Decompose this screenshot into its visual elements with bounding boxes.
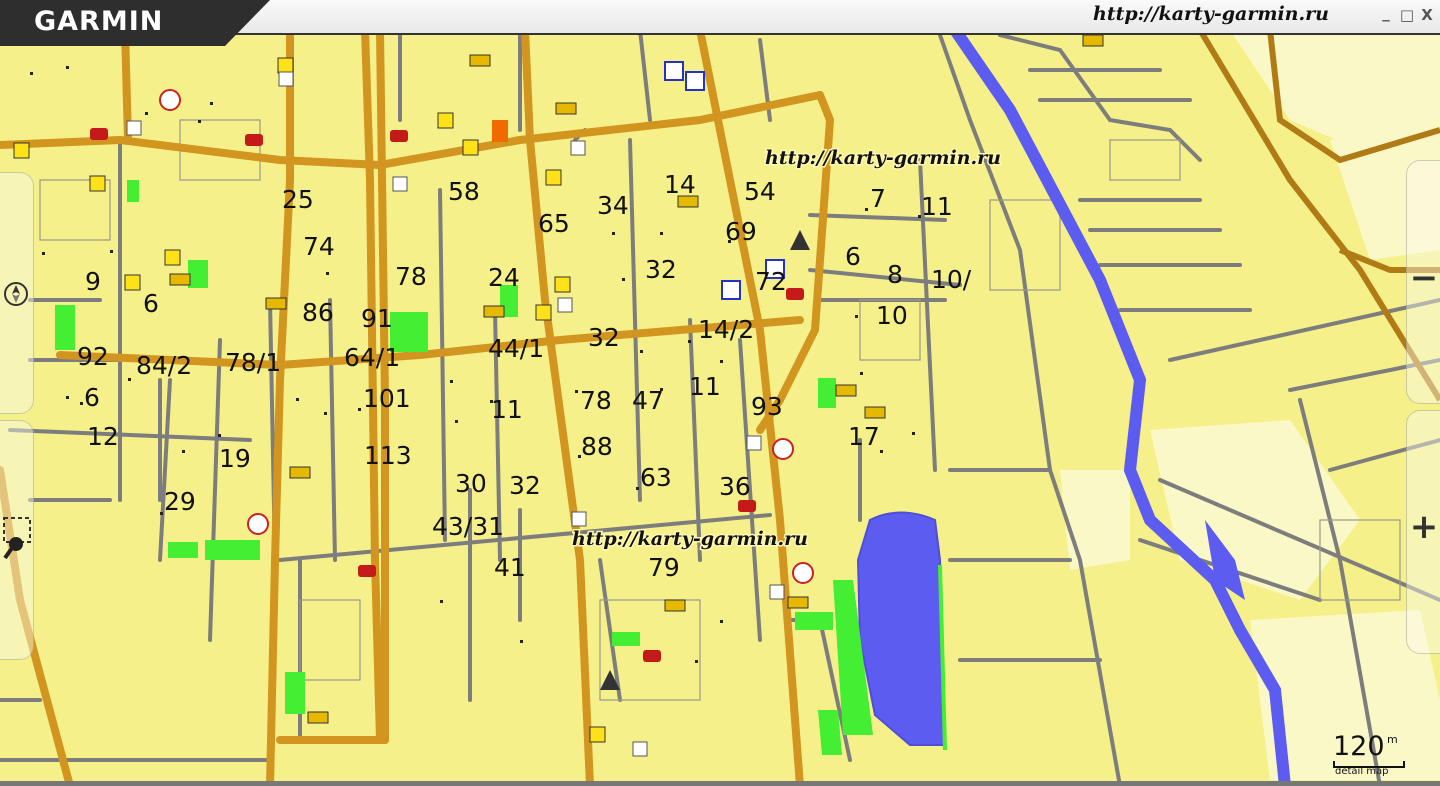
house-number: 47 [632, 386, 664, 415]
map-canvas[interactable]: 25 58 34 14 54 7 11 65 69 74 78 24 32 6 … [0, 0, 1440, 786]
house-number: 72 [755, 267, 787, 296]
house-number: 78 [395, 262, 427, 291]
house-number: 113 [364, 441, 412, 470]
house-number: 30 [455, 469, 487, 498]
house-number: 19 [219, 444, 251, 473]
watermark-text: http://karty-garmin.ru [572, 528, 808, 550]
house-number: 11 [921, 192, 953, 221]
house-number: 6 [84, 383, 100, 412]
house-number: 65 [538, 209, 570, 238]
house-number: 78 [580, 386, 612, 415]
site-url: http://karty-garmin.ru [1093, 3, 1329, 25]
scale-detail-label: detail map [1335, 766, 1389, 777]
house-number: 6 [845, 242, 861, 271]
house-number: 32 [509, 471, 541, 500]
library-icon [492, 120, 508, 142]
house-number: 29 [164, 487, 196, 516]
house-number: 11 [689, 372, 721, 401]
house-number: 7 [870, 184, 886, 213]
scale-value: 120 [1333, 731, 1385, 762]
house-number: 84/2 [136, 351, 192, 380]
house-number: 12 [87, 422, 119, 451]
house-number: 92 [77, 342, 109, 371]
maximize-button[interactable]: □ [1398, 6, 1416, 24]
zoom-out-button[interactable]: − [1408, 258, 1440, 298]
bottom-border [0, 781, 1440, 786]
house-number: 25 [282, 185, 314, 214]
house-number: 91 [361, 304, 393, 333]
house-number: 101 [363, 384, 411, 413]
zoom-select-icon[interactable] [2, 516, 32, 562]
house-number: 36 [719, 472, 751, 501]
house-number: 9 [85, 267, 101, 296]
house-number: 93 [751, 392, 783, 421]
zoom-in-button[interactable]: + [1408, 507, 1440, 547]
house-number: 41 [494, 553, 526, 582]
watermark-text: http://karty-garmin.ru [765, 147, 1001, 169]
house-number: 34 [597, 191, 629, 220]
garmin-logo: GARMIN [34, 6, 164, 37]
house-number: 43/31 [432, 512, 504, 541]
scale-unit: m [1387, 733, 1398, 746]
house-number: 64/1 [344, 343, 400, 372]
house-number: 11 [491, 395, 523, 424]
house-number: 54 [744, 177, 776, 206]
house-number: 32 [588, 323, 620, 352]
house-number: 78/1 [225, 348, 281, 377]
house-number: 6 [143, 289, 159, 318]
house-number: 69 [725, 217, 757, 246]
house-number: 14/2 [698, 315, 754, 344]
close-button[interactable]: X [1418, 6, 1436, 24]
house-number: 44/1 [488, 334, 544, 363]
minimize-button[interactable]: _ [1377, 4, 1395, 22]
house-number: 74 [303, 232, 335, 261]
house-number: 32 [645, 255, 677, 284]
house-number: 58 [448, 177, 480, 206]
house-number: 24 [488, 263, 520, 292]
compass-icon[interactable] [3, 281, 29, 307]
house-number: 10 [876, 301, 908, 330]
house-number: 8 [887, 260, 903, 289]
house-number: 63 [640, 463, 672, 492]
house-number: 88 [581, 432, 613, 461]
house-number: 14 [664, 170, 696, 199]
house-number: 10/ [931, 265, 972, 294]
house-number: 17 [848, 422, 880, 451]
house-number: 86 [302, 298, 334, 327]
house-number: 79 [648, 553, 680, 582]
